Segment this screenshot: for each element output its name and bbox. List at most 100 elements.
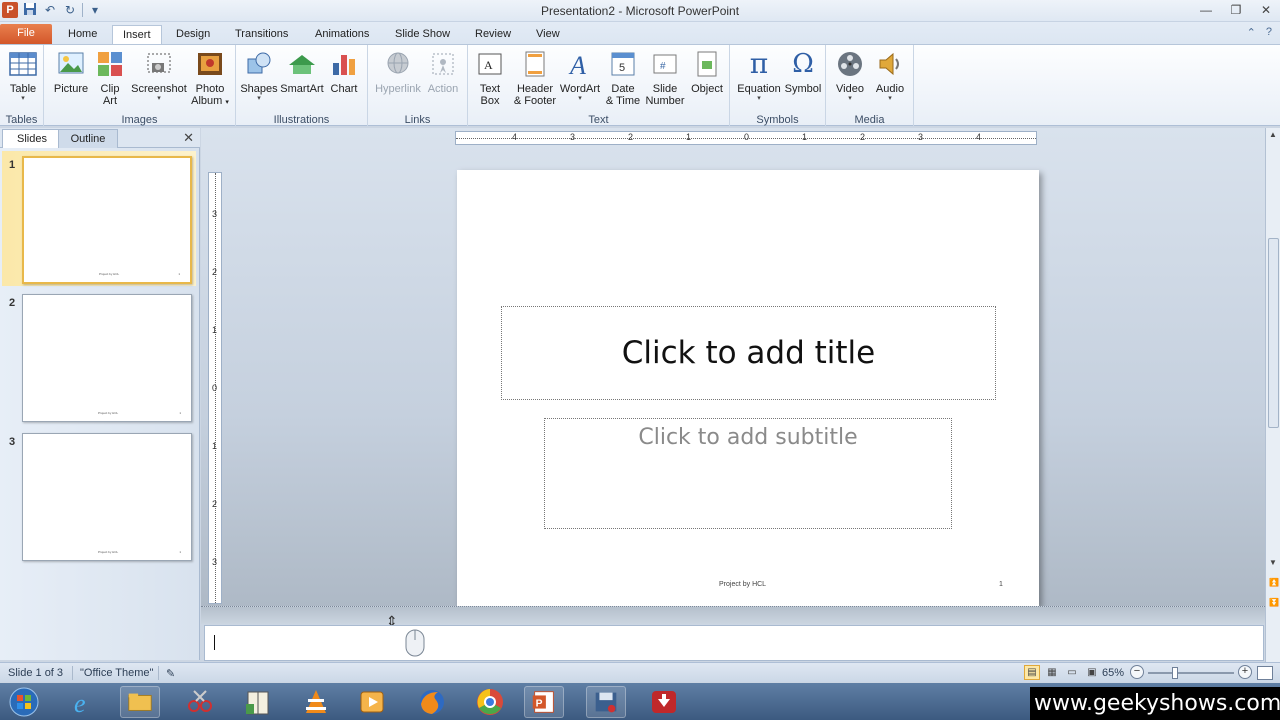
slide-sorter-icon[interactable]: ▦ xyxy=(1044,665,1060,680)
tab-transitions[interactable]: Transitions xyxy=(225,25,298,44)
slide-number-button[interactable]: # Slide Number xyxy=(644,49,686,107)
slide-thumbnail[interactable]: Project by HCL 1 xyxy=(22,433,192,561)
svg-text:A: A xyxy=(568,51,586,79)
mouse-cursor-icon xyxy=(405,629,425,657)
picture-label: Picture xyxy=(53,83,89,95)
audio-button[interactable]: Audio ▾ xyxy=(872,49,908,103)
normal-view-icon[interactable]: ▤ xyxy=(1024,665,1040,680)
theme-status[interactable]: "Office Theme" xyxy=(80,667,153,679)
internet-explorer-icon[interactable]: e xyxy=(64,686,104,718)
header-footer-button[interactable]: Header & Footer xyxy=(510,49,560,107)
slideshow-view-icon[interactable]: ▣ xyxy=(1084,665,1100,680)
table-label: Table xyxy=(9,83,37,95)
slide-thumbnail-item[interactable]: 1 Project by HCL 1 xyxy=(2,151,196,286)
header-footer-label-2: & Footer xyxy=(513,95,557,107)
tab-review[interactable]: Review xyxy=(465,25,521,44)
powerpoint-taskbar-icon[interactable]: P xyxy=(524,686,564,718)
slide-thumbnail-item[interactable]: 2 Project by HCL 1 xyxy=(2,289,196,424)
thumb-number: 1 xyxy=(179,550,181,554)
notes-pane[interactable] xyxy=(204,625,1264,661)
download-app-icon[interactable] xyxy=(644,686,684,718)
slide-thumbnail-item[interactable]: 3 Project by HCL 1 xyxy=(2,428,196,563)
help-icon[interactable]: ? xyxy=(1266,26,1272,39)
slide-thumbnail-number: 2 xyxy=(9,297,16,309)
tab-animations[interactable]: Animations xyxy=(305,25,379,44)
vlc-icon[interactable] xyxy=(296,686,336,718)
scroll-up-icon[interactable]: ▲ xyxy=(1269,130,1277,139)
next-slide-icon[interactable]: ⏬ xyxy=(1269,598,1279,607)
status-bar: Slide 1 of 3 "Office Theme" ✎ ▤ ▦ ▭ ▣ 65… xyxy=(0,662,1280,682)
media-player-icon[interactable] xyxy=(352,686,392,718)
clip-art-icon xyxy=(98,52,122,76)
tab-slide-show[interactable]: Slide Show xyxy=(385,25,460,44)
slide-canvas[interactable]: Click to add title Click to add subtitle… xyxy=(457,170,1039,606)
close-icon[interactable]: ✕ xyxy=(1258,2,1274,18)
notes-splitter[interactable] xyxy=(201,606,1265,624)
book-app-icon[interactable] xyxy=(238,686,278,718)
text-box-label-2: Box xyxy=(480,95,500,107)
subtitle-placeholder[interactable]: Click to add subtitle xyxy=(544,418,952,529)
spell-check-icon[interactable]: ✎ xyxy=(166,667,175,680)
slide-number-icon: # xyxy=(653,54,677,74)
tab-design[interactable]: Design xyxy=(166,25,220,44)
tab-view[interactable]: View xyxy=(526,25,570,44)
zoom-slider[interactable] xyxy=(1148,672,1234,674)
zoom-level[interactable]: 65% xyxy=(1102,667,1124,679)
minimize-icon[interactable]: — xyxy=(1198,2,1214,18)
slide-number-label-2: Number xyxy=(645,95,685,107)
title-placeholder[interactable]: Click to add title xyxy=(501,306,996,400)
reading-view-icon[interactable]: ▭ xyxy=(1064,665,1080,680)
date-time-button[interactable]: 5 Date & Time xyxy=(604,49,642,107)
hyperlink-button[interactable]: Hyperlink xyxy=(373,49,423,95)
scroll-down-icon[interactable]: ▼ xyxy=(1269,558,1277,567)
status-divider xyxy=(158,666,159,680)
object-button[interactable]: Object xyxy=(688,49,726,95)
tab-file[interactable]: File xyxy=(0,24,52,44)
file-explorer-icon[interactable] xyxy=(120,686,160,718)
slide-thumbnail-number: 3 xyxy=(9,436,16,448)
shapes-button[interactable]: Shapes ▾ xyxy=(240,49,278,103)
vertical-scrollbar[interactable]: ▲ ▼ ⏫ ⏬ xyxy=(1265,128,1280,662)
vertical-ruler: 3 2 1 0 1 2 3 xyxy=(208,172,222,604)
slide-thumbnail[interactable]: Project by HCL 1 xyxy=(22,294,192,422)
chart-button[interactable]: Chart xyxy=(326,49,362,95)
zoom-out-button[interactable]: − xyxy=(1130,665,1144,679)
picture-button[interactable]: Picture xyxy=(52,49,90,95)
header-footer-icon xyxy=(525,51,545,77)
symbol-button[interactable]: Ω Symbol xyxy=(784,49,822,95)
close-pane-icon[interactable]: ✕ xyxy=(183,130,194,146)
smartart-button[interactable]: SmartArt xyxy=(280,49,324,95)
tab-home[interactable]: Home xyxy=(58,25,107,44)
maximize-icon[interactable]: ❐ xyxy=(1228,2,1244,18)
collapse-ribbon-icon[interactable]: ⌃ xyxy=(1247,26,1256,39)
slide-footer[interactable]: Project by HCL xyxy=(719,581,766,588)
save-app-icon[interactable] xyxy=(586,686,626,718)
zoom-in-button[interactable]: + xyxy=(1238,665,1252,679)
action-button[interactable]: Action xyxy=(424,49,462,95)
slide-thumbnail[interactable]: Project by HCL 1 xyxy=(22,156,192,284)
chrome-icon[interactable] xyxy=(470,686,510,718)
screenshot-button[interactable]: Screenshot ▾ xyxy=(130,49,188,103)
previous-slide-icon[interactable]: ⏫ xyxy=(1269,578,1279,587)
fit-to-window-icon[interactable] xyxy=(1257,666,1273,680)
table-button[interactable]: Table ▾ xyxy=(6,49,40,103)
equation-label: Equation xyxy=(737,83,781,95)
zoom-slider-thumb[interactable] xyxy=(1172,667,1178,679)
start-orb-icon[interactable] xyxy=(6,686,42,718)
snipping-tool-icon[interactable] xyxy=(180,686,220,718)
tab-insert[interactable]: Insert xyxy=(112,25,162,44)
video-button[interactable]: Video ▾ xyxy=(832,49,868,103)
photo-album-button[interactable]: Photo Album ▾ xyxy=(190,49,230,109)
clip-art-button[interactable]: Clip Art xyxy=(94,49,126,107)
tab-outline[interactable]: Outline xyxy=(58,129,118,148)
scrollbar-thumb[interactable] xyxy=(1268,238,1279,428)
group-images: Picture Clip Art Screenshot ▾ Photo Albu… xyxy=(44,45,236,127)
equation-button[interactable]: π Equation ▾ xyxy=(734,49,784,103)
title-bar: P ↶ ↻ ▾ Presentation2 - Microsoft PowerP… xyxy=(0,0,1280,22)
tab-slides[interactable]: Slides xyxy=(2,129,62,148)
wordart-button[interactable]: A WordArt ▾ xyxy=(558,49,602,103)
clip-art-label: Clip xyxy=(100,83,120,95)
text-box-button[interactable]: A Text Box xyxy=(472,49,508,107)
slide-number[interactable]: 1 xyxy=(999,581,1003,588)
firefox-icon[interactable] xyxy=(412,686,452,718)
